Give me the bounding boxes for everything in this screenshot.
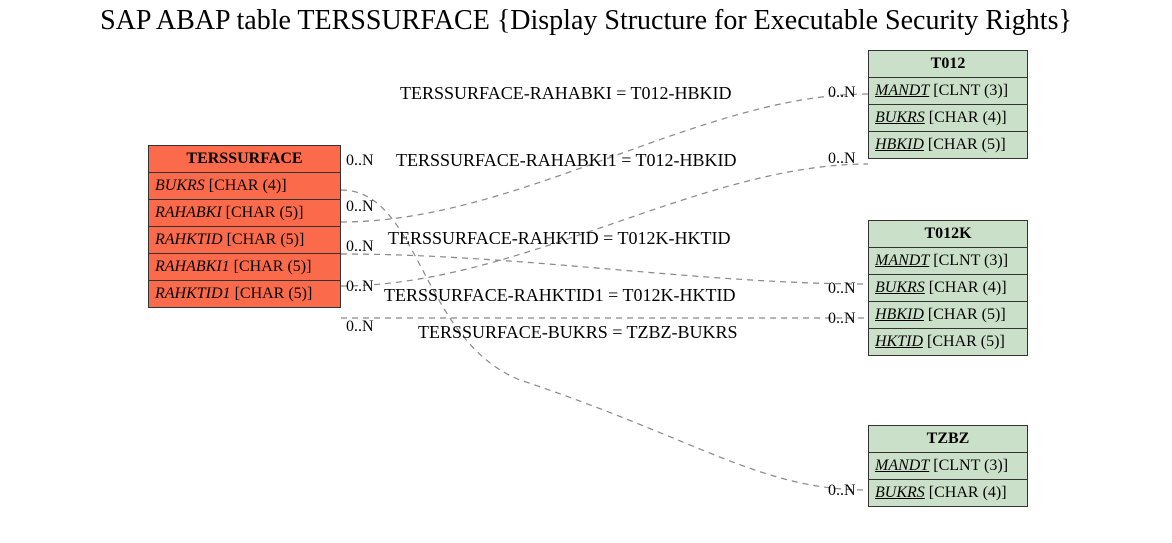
card-left-e3: 0..N bbox=[346, 238, 374, 256]
entity-tzbz-header: TZBZ bbox=[869, 426, 1027, 453]
field-rahabki: RAHABKI [CHAR (5)] bbox=[149, 200, 340, 227]
tzbz-field-bukrs: BUKRS [CHAR (4)] bbox=[869, 480, 1027, 506]
card-right-e1: 0..N bbox=[828, 84, 856, 102]
card-right-e5: 0..N bbox=[828, 482, 856, 500]
field-rahktid1: RAHKTID1 [CHAR (5)] bbox=[149, 281, 340, 307]
card-left-e4: 0..N bbox=[346, 278, 374, 296]
field-rahktid: RAHKTID [CHAR (5)] bbox=[149, 227, 340, 254]
entity-tzbz: TZBZ MANDT [CLNT (3)] BUKRS [CHAR (4)] bbox=[868, 425, 1028, 507]
diagram-stage: SAP ABAP table TERSSURFACE {Display Stru… bbox=[0, 0, 1172, 543]
card-left-e5: 0..N bbox=[346, 198, 374, 216]
card-right-e3: 0..N bbox=[828, 280, 856, 298]
field-bukrs: BUKRS [CHAR (4)] bbox=[149, 173, 340, 200]
t012k-field-mandt: MANDT [CLNT (3)] bbox=[869, 248, 1027, 275]
t012-field-bukrs: BUKRS [CHAR (4)] bbox=[869, 105, 1027, 132]
edge-label-4: TERSSURFACE-RAHKTID1 = T012K-HKTID bbox=[384, 285, 735, 306]
entity-terssurface: TERSSURFACE BUKRS [CHAR (4)] RAHABKI [CH… bbox=[148, 145, 341, 308]
page-title: SAP ABAP table TERSSURFACE {Display Stru… bbox=[0, 5, 1172, 37]
entity-t012k: T012K MANDT [CLNT (3)] BUKRS [CHAR (4)] … bbox=[868, 220, 1028, 356]
t012k-field-hbkid: HBKID [CHAR (5)] bbox=[869, 302, 1027, 329]
field-rahabki1: RAHABKI1 [CHAR (5)] bbox=[149, 254, 340, 281]
t012k-field-bukrs: BUKRS [CHAR (4)] bbox=[869, 275, 1027, 302]
edge-label-3: TERSSURFACE-RAHKTID = T012K-HKTID bbox=[388, 228, 730, 249]
entity-t012k-header: T012K bbox=[869, 221, 1027, 248]
entity-t012: T012 MANDT [CLNT (3)] BUKRS [CHAR (4)] H… bbox=[868, 50, 1028, 159]
t012-field-mandt: MANDT [CLNT (3)] bbox=[869, 78, 1027, 105]
card-left-e2: 0..N bbox=[346, 152, 374, 170]
edge-label-2: TERSSURFACE-RAHABKI1 = T012-HBKID bbox=[396, 150, 737, 171]
edge-label-5: TERSSURFACE-BUKRS = TZBZ-BUKRS bbox=[418, 322, 738, 343]
card-right-e4: 0..N bbox=[828, 310, 856, 328]
entity-terssurface-header: TERSSURFACE bbox=[149, 146, 340, 173]
card-right-e2: 0..N bbox=[828, 150, 856, 168]
t012-field-hbkid: HBKID [CHAR (5)] bbox=[869, 132, 1027, 158]
edge-label-1: TERSSURFACE-RAHABKI = T012-HBKID bbox=[400, 83, 732, 104]
entity-t012-header: T012 bbox=[869, 51, 1027, 78]
card-left-e1: 0..N bbox=[346, 318, 374, 336]
t012k-field-hktid: HKTID [CHAR (5)] bbox=[869, 329, 1027, 355]
tzbz-field-mandt: MANDT [CLNT (3)] bbox=[869, 453, 1027, 480]
